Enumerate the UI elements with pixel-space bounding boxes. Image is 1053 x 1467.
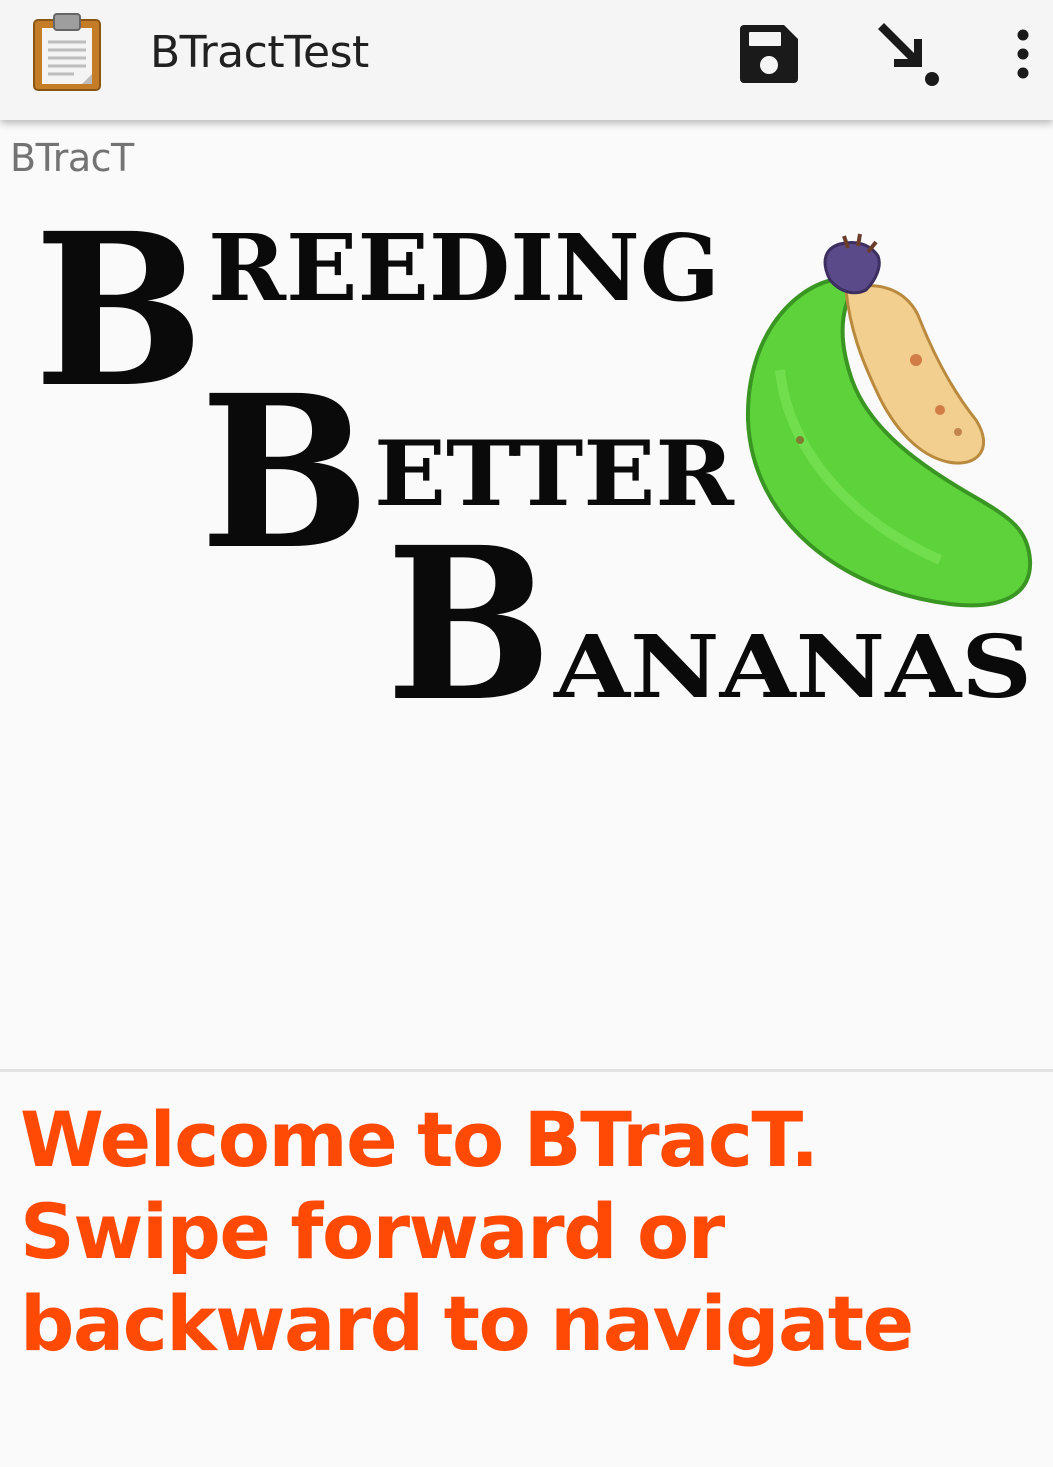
divider: [0, 1069, 1053, 1072]
logo-line1-initial: B: [34, 200, 204, 434]
save-button[interactable]: [728, 14, 810, 94]
logo-line3-rest: ANANAS: [553, 617, 1032, 718]
app-bar: BTractTest: [0, 0, 1053, 120]
overflow-menu-icon: [1017, 29, 1029, 79]
arrow-down-right-icon: [878, 23, 939, 86]
logo-line3-initial: B: [386, 501, 552, 720]
banana-image: [745, 233, 1033, 608]
logo-line1-rest: REEDING: [208, 214, 720, 322]
overflow-menu-button[interactable]: [1000, 14, 1046, 94]
export-button[interactable]: [868, 14, 950, 94]
app-title: BTractTest: [150, 27, 369, 78]
breeding-better-bananas-logo: B REEDING B ETTER B ANANAS: [34, 200, 1033, 720]
section-label: BTracT: [10, 136, 134, 180]
logo-line2-initial: B: [200, 349, 370, 596]
floppy-disk-icon: [740, 25, 798, 83]
welcome-message: Welcome to BTracT. Swipe forward or back…: [20, 1095, 914, 1368]
clipboard-icon: [30, 12, 106, 92]
